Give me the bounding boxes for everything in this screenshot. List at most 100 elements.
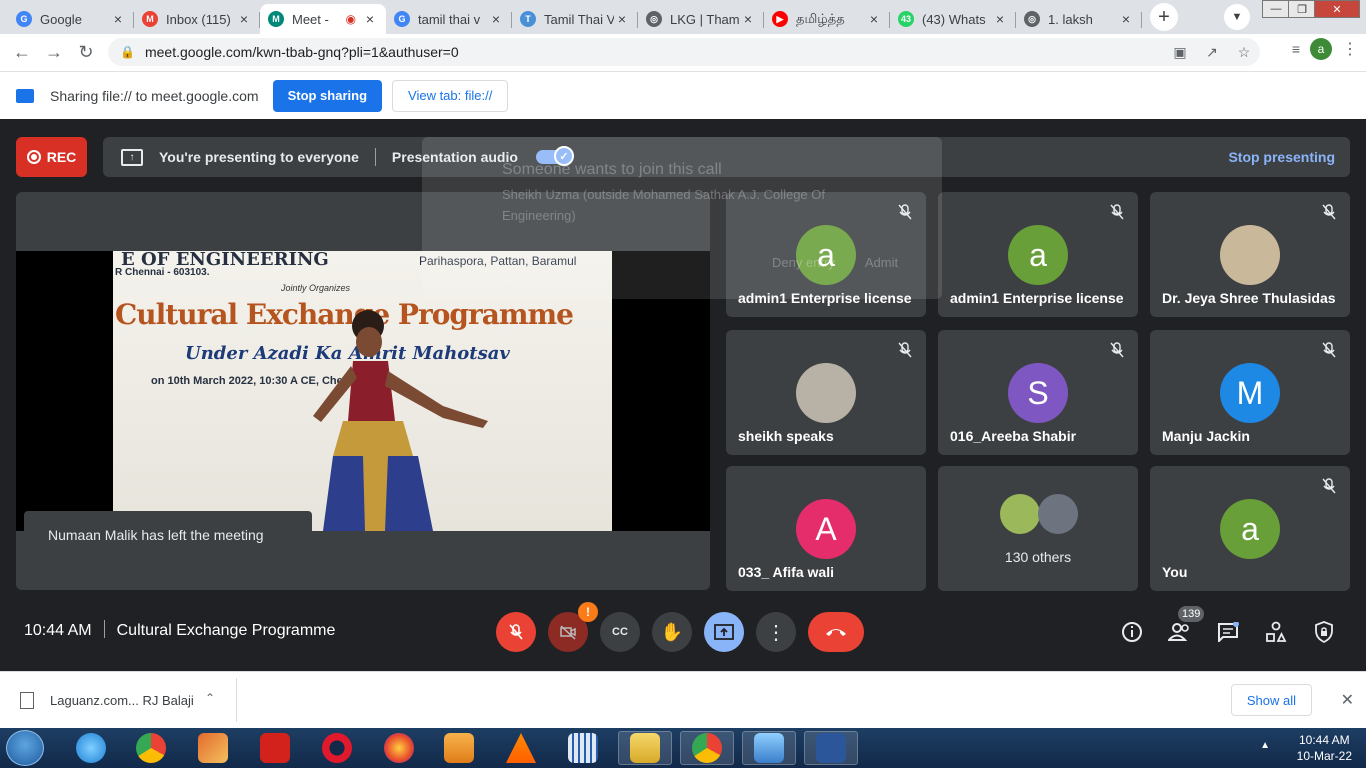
close-tab-icon[interactable]: × xyxy=(1118,11,1134,27)
participant-tile[interactable]: M Manju Jackin xyxy=(1150,330,1350,455)
address-bar[interactable]: 🔒 meet.google.com/kwn-tbab-gnq?pli=1&aut… xyxy=(108,38,1260,66)
reload-icon[interactable]: ↻ xyxy=(70,37,102,69)
chevron-up-icon[interactable]: ⌃ xyxy=(205,691,215,705)
tab-favicon-icon: ◎ xyxy=(646,11,662,27)
start-button[interactable] xyxy=(6,730,44,766)
raise-hand-button[interactable]: ✋ xyxy=(652,612,692,652)
participant-tile[interactable]: S 016_Areeba Shabir xyxy=(938,330,1138,455)
show-hidden-icons[interactable]: ▲ xyxy=(1260,740,1270,751)
admit-button[interactable]: Admit xyxy=(865,255,898,270)
deny-entry-button[interactable]: Deny entry xyxy=(772,255,835,270)
system-clock[interactable]: 10:44 AM 10-Mar-22 xyxy=(1297,732,1352,764)
recording-indicator[interactable]: REC xyxy=(16,137,87,177)
new-tab-button[interactable]: + xyxy=(1150,3,1178,31)
participant-name: sheikh speaks xyxy=(738,428,834,444)
paint-icon[interactable] xyxy=(186,731,240,765)
chrome-taskbar-active[interactable] xyxy=(680,731,734,765)
participant-tile[interactable]: a admin1 Enterprise license xyxy=(938,192,1138,317)
camera-off-button[interactable]: ! xyxy=(548,602,598,652)
file-explorer-icon[interactable] xyxy=(618,731,672,765)
profile-avatar[interactable]: a xyxy=(1310,38,1332,60)
close-window-button[interactable]: ✕ xyxy=(1314,0,1360,18)
bookmark-star-icon[interactable]: ☆ xyxy=(1228,44,1260,61)
tab-title: Tamil Thai V xyxy=(544,11,614,27)
file-icon xyxy=(20,692,34,709)
tab-search-button[interactable]: ▼ xyxy=(1224,4,1250,30)
close-tab-icon[interactable]: × xyxy=(236,11,252,27)
minimize-button[interactable]: — xyxy=(1262,0,1290,18)
reading-list-icon[interactable]: ≡ xyxy=(1292,41,1300,57)
shield-lock-icon xyxy=(1315,621,1333,643)
activities-button[interactable] xyxy=(1256,612,1296,652)
internet-explorer-icon[interactable] xyxy=(64,731,118,765)
forward-icon[interactable]: → xyxy=(38,37,70,69)
avatar: a xyxy=(1008,225,1068,285)
meeting-details-button[interactable] xyxy=(1112,612,1152,652)
present-now-button[interactable] xyxy=(704,612,744,652)
vlc-icon[interactable] xyxy=(494,731,548,765)
host-controls-button[interactable] xyxy=(1304,612,1344,652)
menu-kebab-icon[interactable]: ⋮ xyxy=(1342,39,1358,59)
stop-presenting-button[interactable]: Stop presenting xyxy=(1228,149,1335,165)
calculator-icon[interactable] xyxy=(556,731,610,765)
join-request-popup: Someone wants to join this call Sheikh U… xyxy=(422,137,942,299)
browser-toolbar: ← → ↻ 🔒 meet.google.com/kwn-tbab-gnq?pli… xyxy=(0,34,1366,71)
microphone-off-button[interactable] xyxy=(496,612,536,652)
browser-tab[interactable]: T Tamil Thai V × xyxy=(512,4,638,34)
photo-viewer-icon[interactable] xyxy=(742,731,796,765)
chrome-icon[interactable] xyxy=(124,731,178,765)
avatar: a xyxy=(1220,499,1280,559)
recording-dot-icon: ◉ xyxy=(345,12,356,26)
mic-off-icon xyxy=(1322,204,1336,220)
tab-favicon-icon: ▶ xyxy=(772,11,788,27)
captions-button[interactable]: CC xyxy=(600,612,640,652)
share-icon[interactable]: ↗ xyxy=(1196,44,1228,61)
participant-tile[interactable]: Dr. Jeya Shree Thulasidas xyxy=(1150,192,1350,317)
participant-tile[interactable]: A 033_ Afifa wali xyxy=(726,466,926,591)
download-item[interactable]: Laguanz.com... RJ Balaji xyxy=(20,692,194,709)
rec-label: REC xyxy=(46,149,77,165)
camera-in-use-icon[interactable]: ▣ xyxy=(1164,44,1196,61)
tab-title: tamil thai v xyxy=(418,11,481,27)
participant-tile[interactable]: sheikh speaks xyxy=(726,330,926,455)
browser-tab[interactable]: M Inbox (115) × xyxy=(134,4,260,34)
chat-button[interactable] xyxy=(1208,612,1248,652)
browser-tab[interactable]: ▶ தமிழ்த்த × xyxy=(764,4,890,34)
close-tab-icon[interactable]: × xyxy=(614,11,630,27)
close-tab-icon[interactable]: × xyxy=(866,11,882,27)
browser-tab[interactable]: G Google × xyxy=(8,4,134,34)
opera-icon[interactable] xyxy=(310,731,364,765)
captions-icon: CC xyxy=(612,626,628,638)
participant-tile[interactable]: 130 others xyxy=(938,466,1138,591)
browser-tab[interactable]: ◎ LKG | Tham × xyxy=(638,4,764,34)
maximize-button[interactable]: ❐ xyxy=(1288,0,1316,18)
stop-sharing-button[interactable]: Stop sharing xyxy=(272,79,383,112)
acrobat-icon[interactable] xyxy=(248,731,302,765)
leave-call-button[interactable] xyxy=(808,612,864,652)
tab-favicon-icon: M xyxy=(268,11,284,27)
browser-tab[interactable]: 43 (43) Whats × xyxy=(890,4,1016,34)
browser-tab[interactable]: ◎ 1. laksh × xyxy=(1016,4,1142,34)
firefox-icon[interactable] xyxy=(372,731,426,765)
close-icon[interactable]: ✕ xyxy=(1341,690,1354,710)
back-icon[interactable]: ← xyxy=(6,37,38,69)
browser-tab[interactable]: Gtamil thai v × xyxy=(386,4,512,34)
close-tab-icon[interactable]: × xyxy=(740,11,756,27)
close-tab-icon[interactable]: × xyxy=(110,11,126,27)
view-tab-button[interactable]: View tab: file:// xyxy=(392,79,509,112)
word-icon[interactable] xyxy=(804,731,858,765)
media-player-icon[interactable] xyxy=(432,731,486,765)
people-icon xyxy=(1168,623,1189,641)
close-tab-icon[interactable]: × xyxy=(488,11,504,27)
show-all-button[interactable]: Show all xyxy=(1230,684,1312,716)
tab-favicon-icon: G xyxy=(394,11,410,27)
close-tab-icon[interactable]: × xyxy=(992,11,1008,27)
browser-tab[interactable]: M Meet - ◉ × xyxy=(260,4,386,34)
more-options-button[interactable]: ⋮ xyxy=(756,612,796,652)
participant-name: admin1 Enterprise license xyxy=(950,290,1124,306)
people-button[interactable]: 139 xyxy=(1160,606,1205,652)
close-tab-icon[interactable]: × xyxy=(362,11,378,27)
tab-title: Inbox (115) xyxy=(166,11,231,27)
participant-tile[interactable]: a You xyxy=(1150,466,1350,591)
mic-off-icon xyxy=(898,342,912,358)
